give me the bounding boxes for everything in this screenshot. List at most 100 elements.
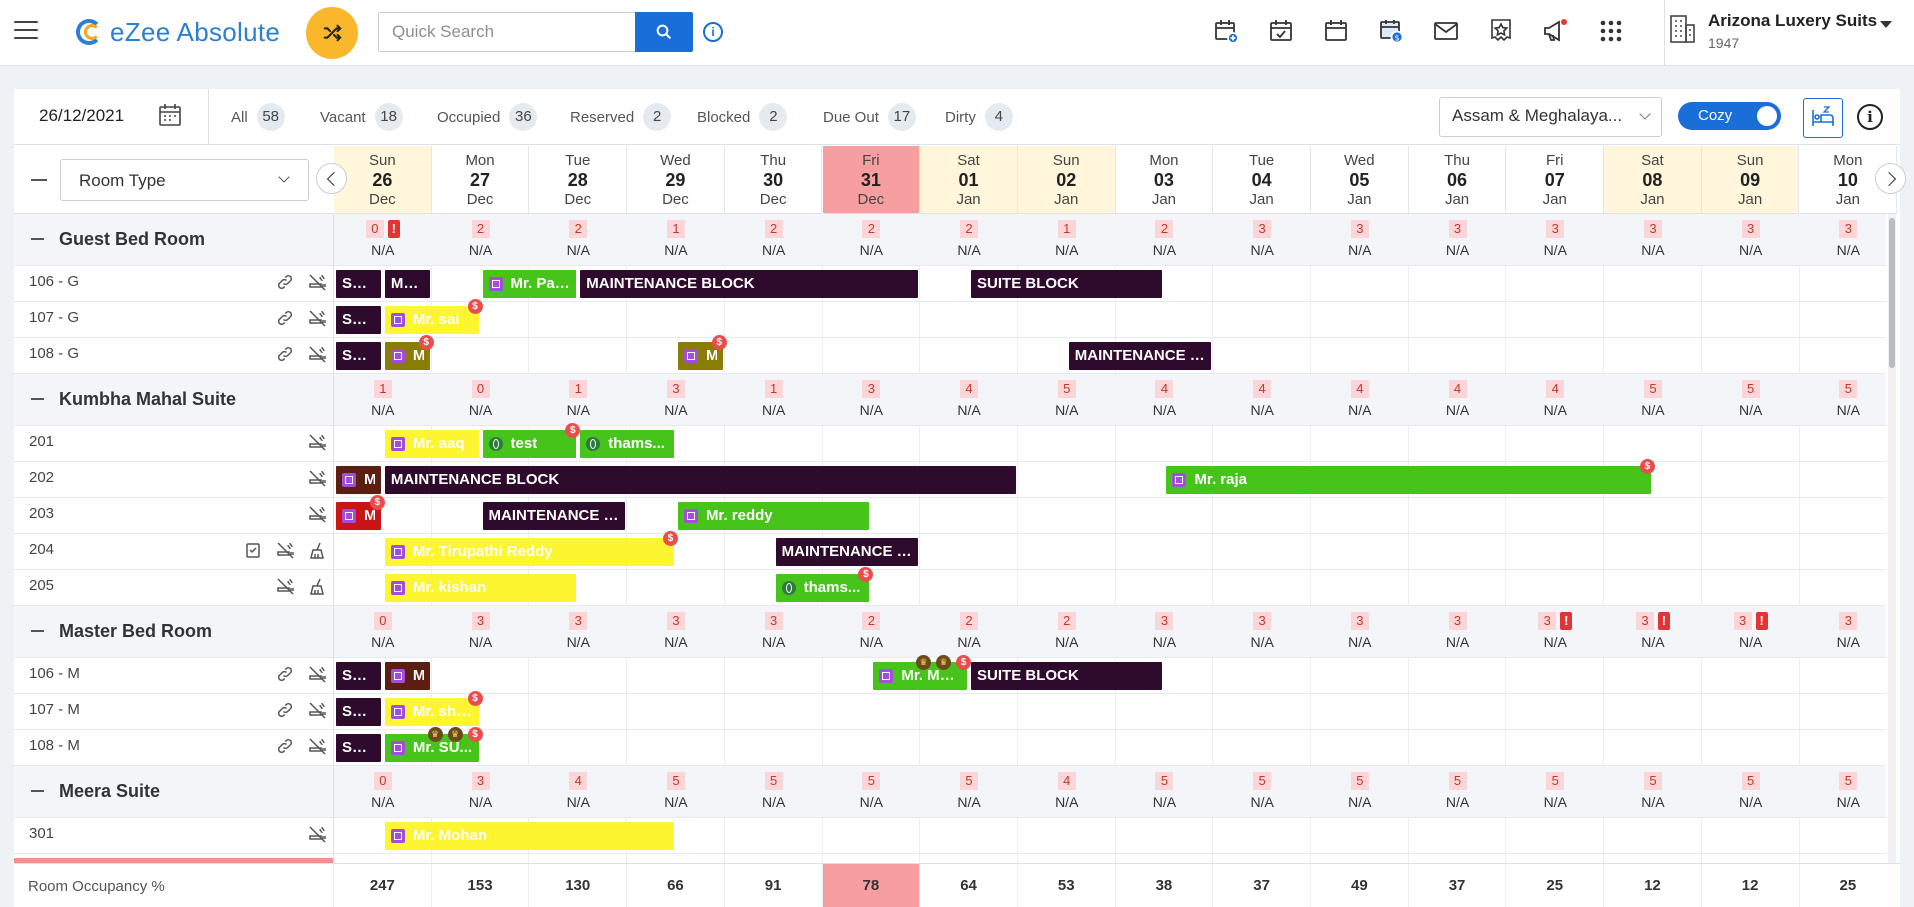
availability-cell[interactable]: 3! N/A [1702,612,1800,650]
booking-bar[interactable]: MAINTENANCE B... [1068,342,1212,370]
availability-cell[interactable]: 0 N/A [334,772,432,810]
collapse-all-icon[interactable] [31,179,47,181]
task-icon[interactable] [244,541,262,559]
date-column-header[interactable]: Sun 02 Jan [1017,146,1116,214]
room-number[interactable]: 204 [29,541,54,558]
availability-cell[interactable]: 5 N/A [627,772,725,810]
booking-bar[interactable]: SUI... [336,306,381,334]
availability-cell[interactable]: 3 N/A [1311,612,1409,650]
availability-cell[interactable]: 2 N/A [920,612,1018,650]
availability-cell[interactable]: 5 N/A [1116,772,1214,810]
link-icon[interactable] [276,273,294,291]
link-icon[interactable] [276,701,294,719]
availability-cell[interactable]: 3 N/A [1116,612,1214,650]
room-number[interactable]: 205 [29,577,54,594]
cozy-view-toggle[interactable]: Cozy [1678,102,1781,130]
booking-bar[interactable]: Mr. Tirupathi Reddy [384,538,674,566]
availability-cell[interactable]: 4 N/A [1213,380,1311,418]
availability-cell[interactable]: 4 N/A [1018,772,1116,810]
booking-bar[interactable]: SUITE BLOCK [971,270,1163,298]
booking-bar[interactable]: SUITE BLOCK [971,662,1163,690]
availability-cell[interactable]: 5 N/A [1311,772,1409,810]
room-type-name[interactable]: Meera Suite [59,781,160,802]
availability-cell[interactable]: 3 N/A [823,380,921,418]
availability-cell[interactable]: 0 N/A [334,612,432,650]
booking-bar[interactable]: thams... [580,430,674,458]
link-icon[interactable] [276,309,294,327]
room-number[interactable]: 106 - G [29,273,79,290]
availability-cell[interactable]: 5 N/A [1506,772,1604,810]
quick-search-input[interactable] [378,12,636,52]
link-icon[interactable] [276,737,294,755]
filter-occupied[interactable]: Occupied 36 [437,103,538,131]
availability-cell[interactable]: 2 N/A [1018,612,1116,650]
collapse-group-icon[interactable] [31,630,44,632]
availability-cell[interactable]: 3 N/A [1702,220,1800,258]
availability-cell[interactable]: 5 N/A [1018,380,1116,418]
calendar-check-icon[interactable] [1266,16,1296,46]
booking-bar[interactable]: MAINTENANCE BLOCK [384,466,1016,494]
availability-cell[interactable]: 4 N/A [1116,380,1214,418]
room-number[interactable]: 108 - G [29,345,79,362]
availability-cell[interactable]: 5 N/A [725,772,823,810]
menu-icon[interactable] [14,21,38,41]
hotel-name[interactable]: Arizona Luxery Suits [1708,11,1877,31]
availability-cell[interactable]: 1 N/A [529,380,627,418]
booking-bar[interactable]: Mr. sai [384,306,479,334]
availability-cell[interactable]: 3 N/A [432,772,530,810]
booking-bar[interactable]: SUI... [336,698,381,726]
availability-cell[interactable]: 3 N/A [627,612,725,650]
availability-cell[interactable]: 4 N/A [1506,380,1604,418]
booking-bar[interactable]: Mr. raja [1166,466,1651,494]
filter-blocked[interactable]: Blocked 2 [697,103,788,131]
vertical-scrollbar[interactable] [1888,214,1896,863]
availability-cell[interactable]: 5 N/A [1409,772,1507,810]
availability-cell[interactable]: 0 N/A [432,380,530,418]
availability-cell[interactable]: 3 N/A [725,612,823,650]
availability-cell[interactable]: 2 N/A [1116,220,1214,258]
availability-cell[interactable]: 0! N/A [334,220,432,258]
scrollbar-thumb[interactable] [1889,218,1895,368]
room-type-select[interactable]: Room Type [60,159,309,201]
availability-cell[interactable]: 3 N/A [1800,220,1887,258]
search-button[interactable] [635,12,693,52]
availability-cell[interactable]: 5 N/A [823,772,921,810]
availability-cell[interactable]: 2 N/A [529,220,627,258]
date-column-header[interactable]: Wed 29 Dec [627,146,725,214]
mail-icon[interactable] [1431,16,1461,46]
date-column-header[interactable]: Sun 26 Dec [334,146,432,214]
availability-cell[interactable]: 3 N/A [1409,612,1507,650]
availability-cell[interactable]: 2 N/A [725,220,823,258]
room-number[interactable]: 107 - G [29,309,79,326]
megaphone-icon[interactable] [1541,16,1571,46]
availability-cell[interactable]: 3 N/A [1800,612,1887,650]
booking-bar[interactable]: SUI... [336,342,381,370]
availability-cell[interactable]: 3 N/A [432,612,530,650]
filter-dirty[interactable]: Dirty 4 [945,103,1013,131]
availability-cell[interactable]: 4 N/A [529,772,627,810]
booking-bar[interactable]: Mr. Mohan [384,822,674,850]
calendar-dollar-icon[interactable]: $ [1376,16,1406,46]
room-number[interactable]: 107 - M [29,701,80,718]
filter-vacant[interactable]: Vacant 18 [320,103,403,131]
booking-bar[interactable]: M [384,662,430,690]
availability-cell[interactable]: 5 N/A [920,772,1018,810]
date-column-header[interactable]: Wed 05 Jan [1311,146,1409,214]
booking-bar[interactable]: MA... [384,270,430,298]
availability-cell[interactable]: 3! N/A [1506,612,1604,650]
availability-cell[interactable]: 3! N/A [1604,612,1702,650]
shuffle-button[interactable] [306,7,358,59]
hotel-switch-caret-icon[interactable] [1880,21,1892,28]
availability-cell[interactable]: 3 N/A [1311,220,1409,258]
booking-bar[interactable]: Mr. shi... [384,698,479,726]
next-dates-button[interactable] [1875,163,1906,194]
availability-cell[interactable]: 1 N/A [334,380,432,418]
broom-icon[interactable] [308,541,326,559]
booking-bar[interactable]: Mr. reddy [677,502,870,530]
availability-cell[interactable]: 3 N/A [1409,220,1507,258]
availability-cell[interactable]: 1 N/A [1018,220,1116,258]
availability-cell[interactable]: 3 N/A [1213,220,1311,258]
booking-bar[interactable]: MAINTENANCE BLOCK [580,270,919,298]
availability-cell[interactable]: 4 N/A [1311,380,1409,418]
room-number[interactable]: 202 [29,469,54,486]
